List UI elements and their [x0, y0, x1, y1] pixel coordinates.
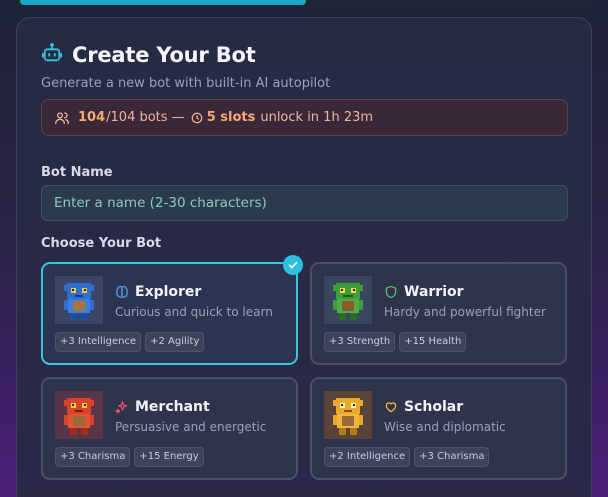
clock-icon: [185, 112, 207, 124]
explorer-avatar: [55, 276, 103, 324]
explorer-name: Explorer: [135, 284, 202, 300]
merchant-name: Merchant: [135, 399, 210, 415]
warrior-avatar: [324, 276, 372, 324]
stat-tag: +2 Agility: [145, 332, 205, 352]
brain-icon: [115, 285, 129, 299]
warrior-name-row: Warrior: [384, 284, 464, 300]
shield-icon: [384, 285, 398, 299]
unlock-timer: unlock in 1h 23m: [260, 110, 374, 125]
scholar-name-row: Scholar: [384, 399, 463, 415]
bot-name-label: Bot Name: [41, 165, 113, 180]
bot-option-warrior[interactable]: Warrior Hardy and powerful fighter +3 St…: [310, 262, 567, 365]
bot-limit-banner: 104 /104 bots — 5 slots unlock in 1h 23m: [41, 99, 568, 136]
warrior-name: Warrior: [404, 284, 464, 300]
merchant-name-row: Merchant: [115, 399, 210, 415]
users-icon: [54, 110, 70, 126]
merchant-tags: +3 Charisma +15 Energy: [55, 447, 204, 467]
page-subtitle: Generate a new bot with built-in AI auto…: [41, 76, 331, 91]
stat-tag: +3 Charisma: [55, 447, 131, 467]
robot-icon: [41, 42, 63, 68]
explorer-description: Curious and quick to learn: [115, 305, 273, 319]
stat-tag: +2 Intelligence: [324, 447, 411, 467]
stat-tag: +15 Energy: [134, 447, 204, 467]
warrior-description: Hardy and powerful fighter: [384, 305, 546, 319]
title-row: Create Your Bot: [41, 42, 256, 68]
bot-total: /104 bots —: [106, 110, 185, 125]
page-title: Create Your Bot: [72, 43, 256, 67]
warrior-tags: +3 Strength +15 Health: [324, 332, 467, 352]
scholar-avatar: [324, 391, 372, 439]
explorer-tags: +3 Intelligence +2 Agility: [55, 332, 205, 352]
active-tab-indicator[interactable]: [20, 0, 306, 5]
selected-check-icon: [283, 255, 303, 275]
bot-option-explorer[interactable]: Explorer Curious and quick to learn +3 I…: [41, 255, 303, 365]
choose-bot-label: Choose Your Bot: [41, 236, 162, 251]
merchant-description: Persuasive and energetic: [115, 420, 267, 434]
bot-option-scholar[interactable]: Scholar Wise and diplomatic +2 Intellige…: [310, 377, 567, 480]
bot-name-input[interactable]: [41, 185, 568, 221]
slots-count: 5 slots: [206, 110, 256, 125]
stat-tag: +15 Health: [399, 332, 467, 352]
stat-tag: +3 Strength: [324, 332, 396, 352]
sparkle-icon: [115, 400, 129, 414]
scholar-description: Wise and diplomatic: [384, 420, 506, 434]
heart-icon: [384, 400, 398, 414]
bot-count: 104: [78, 110, 106, 125]
explorer-name-row: Explorer: [115, 284, 201, 300]
stat-tag: +3 Intelligence: [55, 332, 142, 352]
top-tab-bar: [16, 0, 592, 8]
bot-option-merchant[interactable]: Merchant Persuasive and energetic +3 Cha…: [41, 377, 298, 480]
create-bot-panel: Create Your Bot Generate a new bot with …: [16, 17, 592, 497]
stat-tag: +3 Charisma: [414, 447, 490, 467]
scholar-name: Scholar: [404, 399, 464, 415]
merchant-avatar: [55, 391, 103, 439]
scholar-tags: +2 Intelligence +3 Charisma: [324, 447, 490, 467]
